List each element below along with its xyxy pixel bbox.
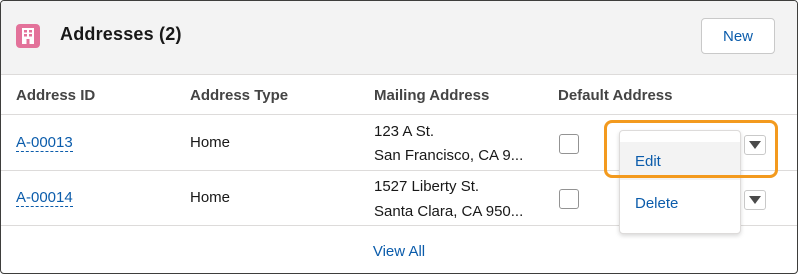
header-divider: [1, 114, 797, 115]
address-type: Home: [190, 189, 231, 206]
menu-item-delete[interactable]: Delete: [620, 184, 740, 222]
mailing-address-line1: 123 A St.: [374, 123, 435, 140]
mailing-address-line1: 1527 Liberty St.: [374, 178, 480, 195]
column-header-address-type[interactable]: Address Type: [190, 87, 288, 104]
row-actions-dropdown: Edit Delete: [619, 130, 741, 234]
view-all-link[interactable]: View All: [1, 243, 797, 260]
address-id-link[interactable]: A-00014: [16, 189, 73, 207]
mailing-address-line2: San Francisco, CA 9...: [374, 147, 524, 164]
chevron-down-icon: [749, 141, 761, 149]
chevron-down-icon: [749, 196, 761, 204]
menu-item-label: Edit: [635, 153, 661, 170]
address-id-link[interactable]: A-00013: [16, 134, 73, 152]
card-header: Addresses (2) New: [1, 1, 797, 75]
default-address-checkbox[interactable]: [559, 189, 579, 209]
addresses-related-list: Addresses (2) New Address ID Address Typ…: [0, 0, 798, 274]
building-icon: [16, 24, 40, 48]
address-type: Home: [190, 134, 231, 151]
column-header-mailing-address[interactable]: Mailing Address: [374, 87, 489, 104]
default-address-checkbox[interactable]: [559, 134, 579, 154]
menu-item-label: Delete: [635, 195, 679, 212]
mailing-address-line2: Santa Clara, CA 950...: [374, 203, 524, 220]
menu-item-edit[interactable]: Edit: [620, 142, 740, 180]
row-actions-menu-button[interactable]: [744, 135, 766, 155]
column-header-default-address[interactable]: Default Address: [558, 87, 672, 104]
row-actions-menu-button[interactable]: [744, 190, 766, 210]
column-header-address-id[interactable]: Address ID: [16, 87, 95, 104]
card-title: Addresses (2): [60, 24, 182, 44]
new-button[interactable]: New: [701, 18, 775, 54]
